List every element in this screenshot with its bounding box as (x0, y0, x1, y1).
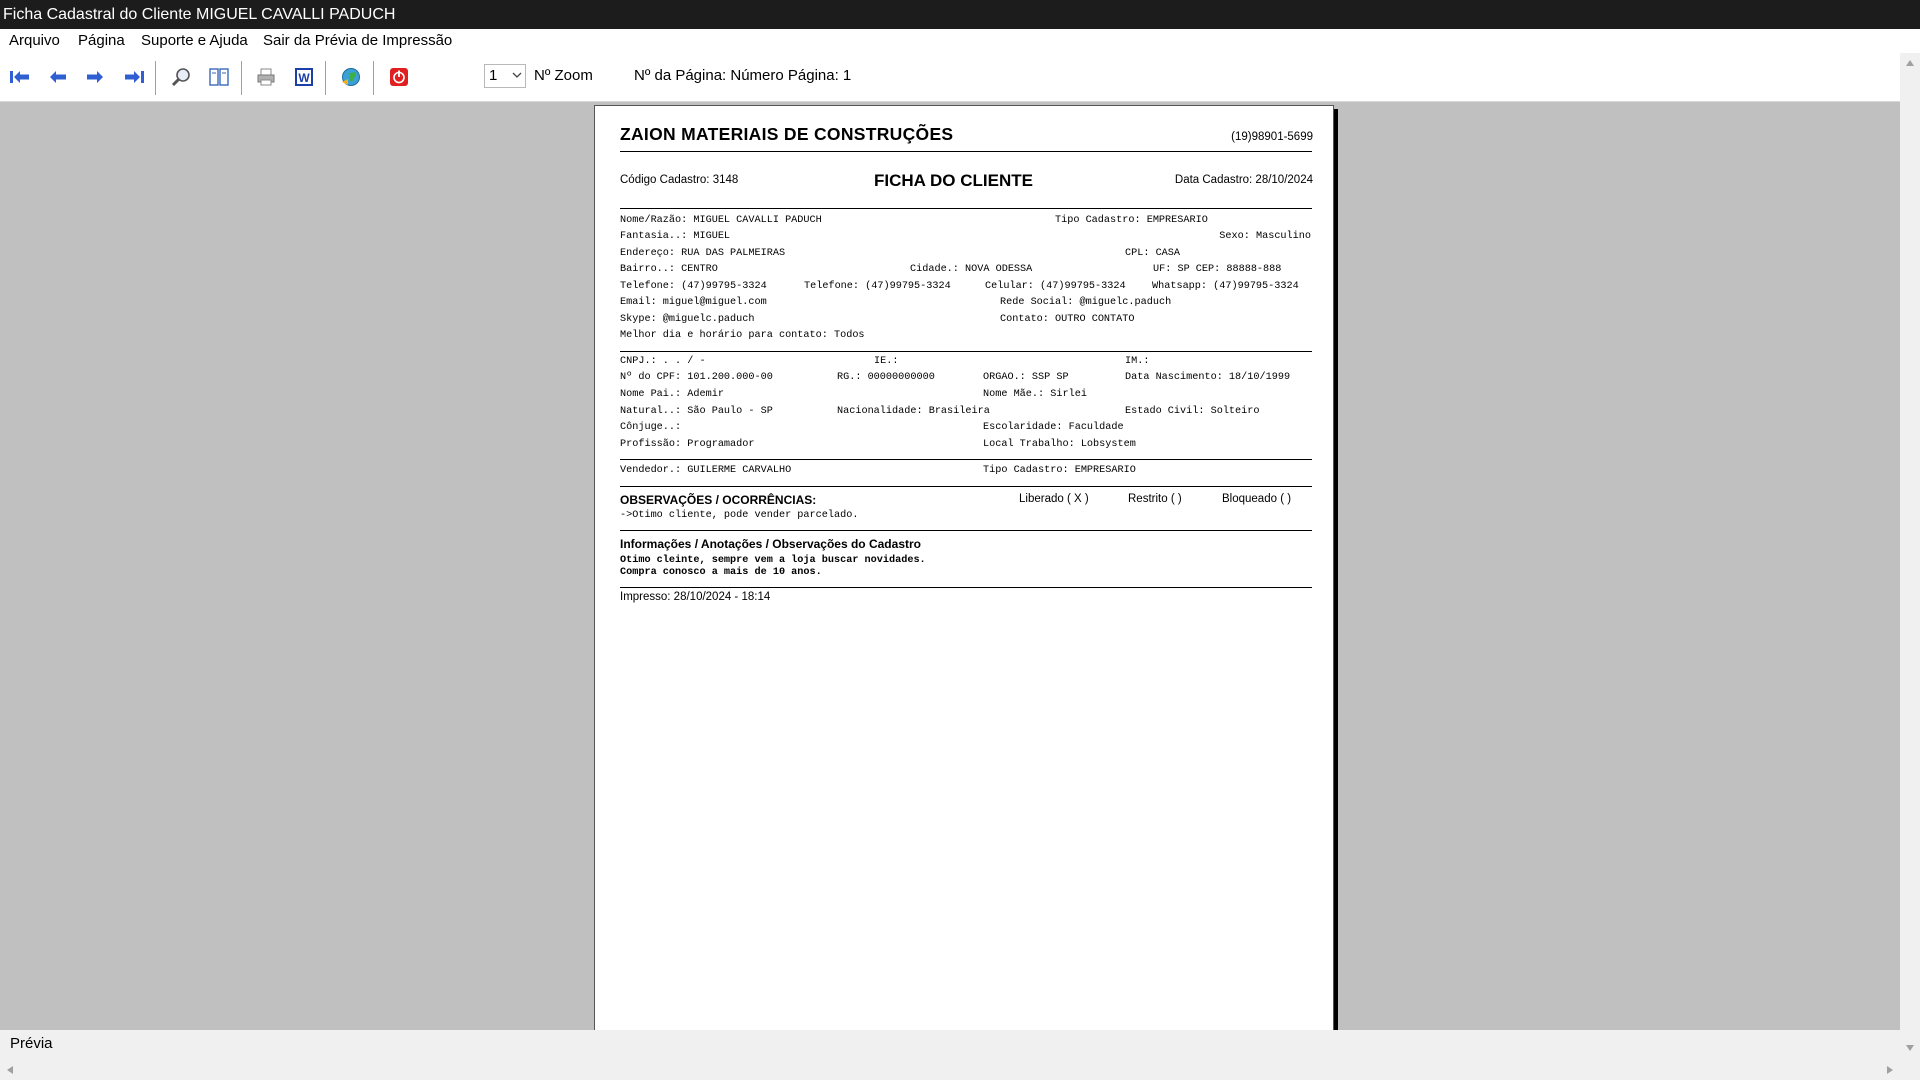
field-cidade: Cidade.: NOVA ODESSA (910, 264, 1033, 275)
last-page-icon (125, 71, 144, 83)
field-bairro: Bairro..: CENTRO (620, 264, 718, 275)
field-cpf: Nº do CPF: 101.200.000-00 (620, 372, 773, 383)
field-nome-mae: Nome Mãe.: Sirlei (983, 389, 1087, 400)
field-natural: Natural..: São Paulo - SP (620, 406, 773, 417)
web-export-button[interactable] (338, 65, 364, 89)
company-phone: (19)98901-5699 (1231, 131, 1313, 143)
field-uf-cep: UF: SP CEP: 88888-888 (1153, 264, 1282, 275)
field-telefone-2: Telefone: (47)99795-3324 (804, 281, 951, 292)
next-page-icon (87, 71, 103, 83)
field-escolaridade: Escolaridade: Faculdade (983, 422, 1124, 433)
menu-arquivo[interactable]: Arquivo (9, 29, 60, 53)
codigo-cadastro: Código Cadastro: 3148 (620, 174, 739, 186)
vertical-scrollbar[interactable] (1900, 53, 1920, 1058)
field-fantasia: Fantasia..: MIGUEL (620, 231, 731, 242)
field-tipo-cadastro: Tipo Cadastro: EMPRESARIO (1055, 215, 1208, 226)
field-contato: Contato: OUTRO CONTATO (1000, 314, 1135, 325)
toolbar: W 1 Nº Zoom Nº da Página: Número Página:… (0, 53, 1900, 102)
field-im: IM.: (1125, 356, 1150, 367)
status-restrito: Restrito ( ) (1128, 493, 1182, 505)
field-email: Email: miguel@miguel.com (620, 297, 767, 308)
two-pages-icon (209, 68, 229, 86)
field-ie: IE.: (874, 356, 899, 367)
field-endereco: Endereço: RUA DAS PALMEIRAS (620, 248, 786, 259)
zoom-select[interactable]: 1 (484, 64, 526, 88)
observacoes-title: OBSERVAÇÕES / OCORRÊNCIAS: (620, 493, 817, 507)
first-page-button[interactable] (7, 65, 33, 89)
exit-icon (390, 68, 408, 86)
prev-page-button[interactable] (45, 65, 71, 89)
scroll-down-icon[interactable] (1905, 1044, 1915, 1052)
informacoes-line-2: Compra conosco a mais de 10 anos. (620, 567, 822, 578)
field-sexo: Sexo: Masculino (1219, 231, 1311, 242)
chevron-down-icon (512, 72, 522, 78)
prev-page-icon (50, 71, 66, 83)
field-skype: Skype: @miguelc.paduch (620, 314, 755, 325)
status-bloqueado: Bloqueado ( ) (1222, 493, 1292, 505)
status-bar: Prévia (0, 1030, 1900, 1058)
first-page-icon (10, 71, 29, 83)
field-rede-social: Rede Social: @miguelc.paduch (1000, 297, 1172, 308)
page-number-label: Nº da Página: Número Página: 1 (634, 67, 852, 84)
word-export-button[interactable]: W (291, 65, 317, 89)
field-cpl: CPL: CASA (1125, 248, 1181, 259)
field-celular: Celular: (47)99795-3324 (985, 281, 1126, 292)
scroll-left-icon[interactable] (6, 1065, 14, 1075)
zoom-icon (171, 68, 190, 87)
field-profissao: Profissão: Programador (620, 439, 755, 450)
report-page: ZAION MATERIAIS DE CONSTRUÇÕES (19)98901… (594, 105, 1334, 1031)
horizontal-scrollbar[interactable] (0, 1058, 1900, 1080)
zoom-button[interactable] (168, 65, 194, 89)
field-nacionalidade: Nacionalidade: Brasileira (837, 406, 990, 417)
field-data-nascimento: Data Nascimento: 18/10/1999 (1125, 372, 1291, 383)
word-export-icon: W (295, 68, 313, 86)
informacoes-line-1: Otimo cleinte, sempre vem a loja buscar … (620, 555, 926, 566)
field-melhor-dia: Melhor dia e horário para contato: Todos (620, 330, 865, 341)
field-local-trabalho: Local Trabalho: Lobsystem (983, 439, 1136, 450)
last-page-button[interactable] (121, 65, 147, 89)
observacoes-text: ->Otimo cliente, pode vender parcelado. (620, 510, 859, 521)
next-page-button[interactable] (82, 65, 108, 89)
print-icon (257, 68, 275, 86)
field-estado-civil: Estado Civil: Solteiro (1125, 406, 1260, 417)
impresso-timestamp: Impresso: 28/10/2024 - 18:14 (620, 591, 771, 603)
field-rg: RG.: 00000000000 (837, 372, 935, 383)
menu-pagina[interactable]: Página (78, 29, 125, 53)
data-cadastro: Data Cadastro: 28/10/2024 (1174, 174, 1313, 186)
zoom-value: 1 (489, 67, 498, 84)
field-tipo-cadastro-2: Tipo Cadastro: EMPRESARIO (983, 465, 1136, 476)
menu-bar: Arquivo Página Suporte e Ajuda Sair da P… (0, 29, 1920, 53)
field-orgao: ORGAO.: SSP SP (983, 372, 1069, 383)
menu-sair[interactable]: Sair da Prévia de Impressão (263, 29, 452, 53)
field-nome-pai: Nome Pai.: Ademir (620, 389, 724, 400)
field-telefone-1: Telefone: (47)99795-3324 (620, 281, 767, 292)
company-name: ZAION MATERIAIS DE CONSTRUÇÕES (620, 124, 954, 144)
field-vendedor: Vendedor.: GUILERME CARVALHO (620, 465, 792, 476)
scroll-up-icon[interactable] (1905, 59, 1915, 67)
field-nome: Nome/Razão: MIGUEL CAVALLI PADUCH (620, 215, 822, 226)
informacoes-title: Informações / Anotações / Observações do… (620, 537, 921, 551)
field-whatsapp: Whatsapp: (47)99795-3324 (1152, 281, 1299, 292)
exit-button[interactable] (386, 65, 412, 89)
scroll-right-icon[interactable] (1886, 1065, 1894, 1075)
menu-suporte[interactable]: Suporte e Ajuda (141, 29, 248, 53)
report-title: FICHA DO CLIENTE (874, 171, 1033, 190)
field-conjuge: Cônjuge..: (620, 422, 682, 433)
web-export-icon (342, 68, 360, 86)
print-button[interactable] (253, 65, 279, 89)
scrollbar-corner (1900, 1058, 1920, 1080)
two-pages-button[interactable] (206, 65, 232, 89)
window-title: Ficha Cadastral do Cliente MIGUEL CAVALL… (0, 0, 1920, 29)
status-liberado: Liberado ( X ) (1019, 493, 1089, 505)
svg-text:W: W (298, 71, 310, 85)
zoom-label: Nº Zoom (534, 67, 593, 84)
field-cnpj: CNPJ.: . . / - (620, 356, 706, 367)
